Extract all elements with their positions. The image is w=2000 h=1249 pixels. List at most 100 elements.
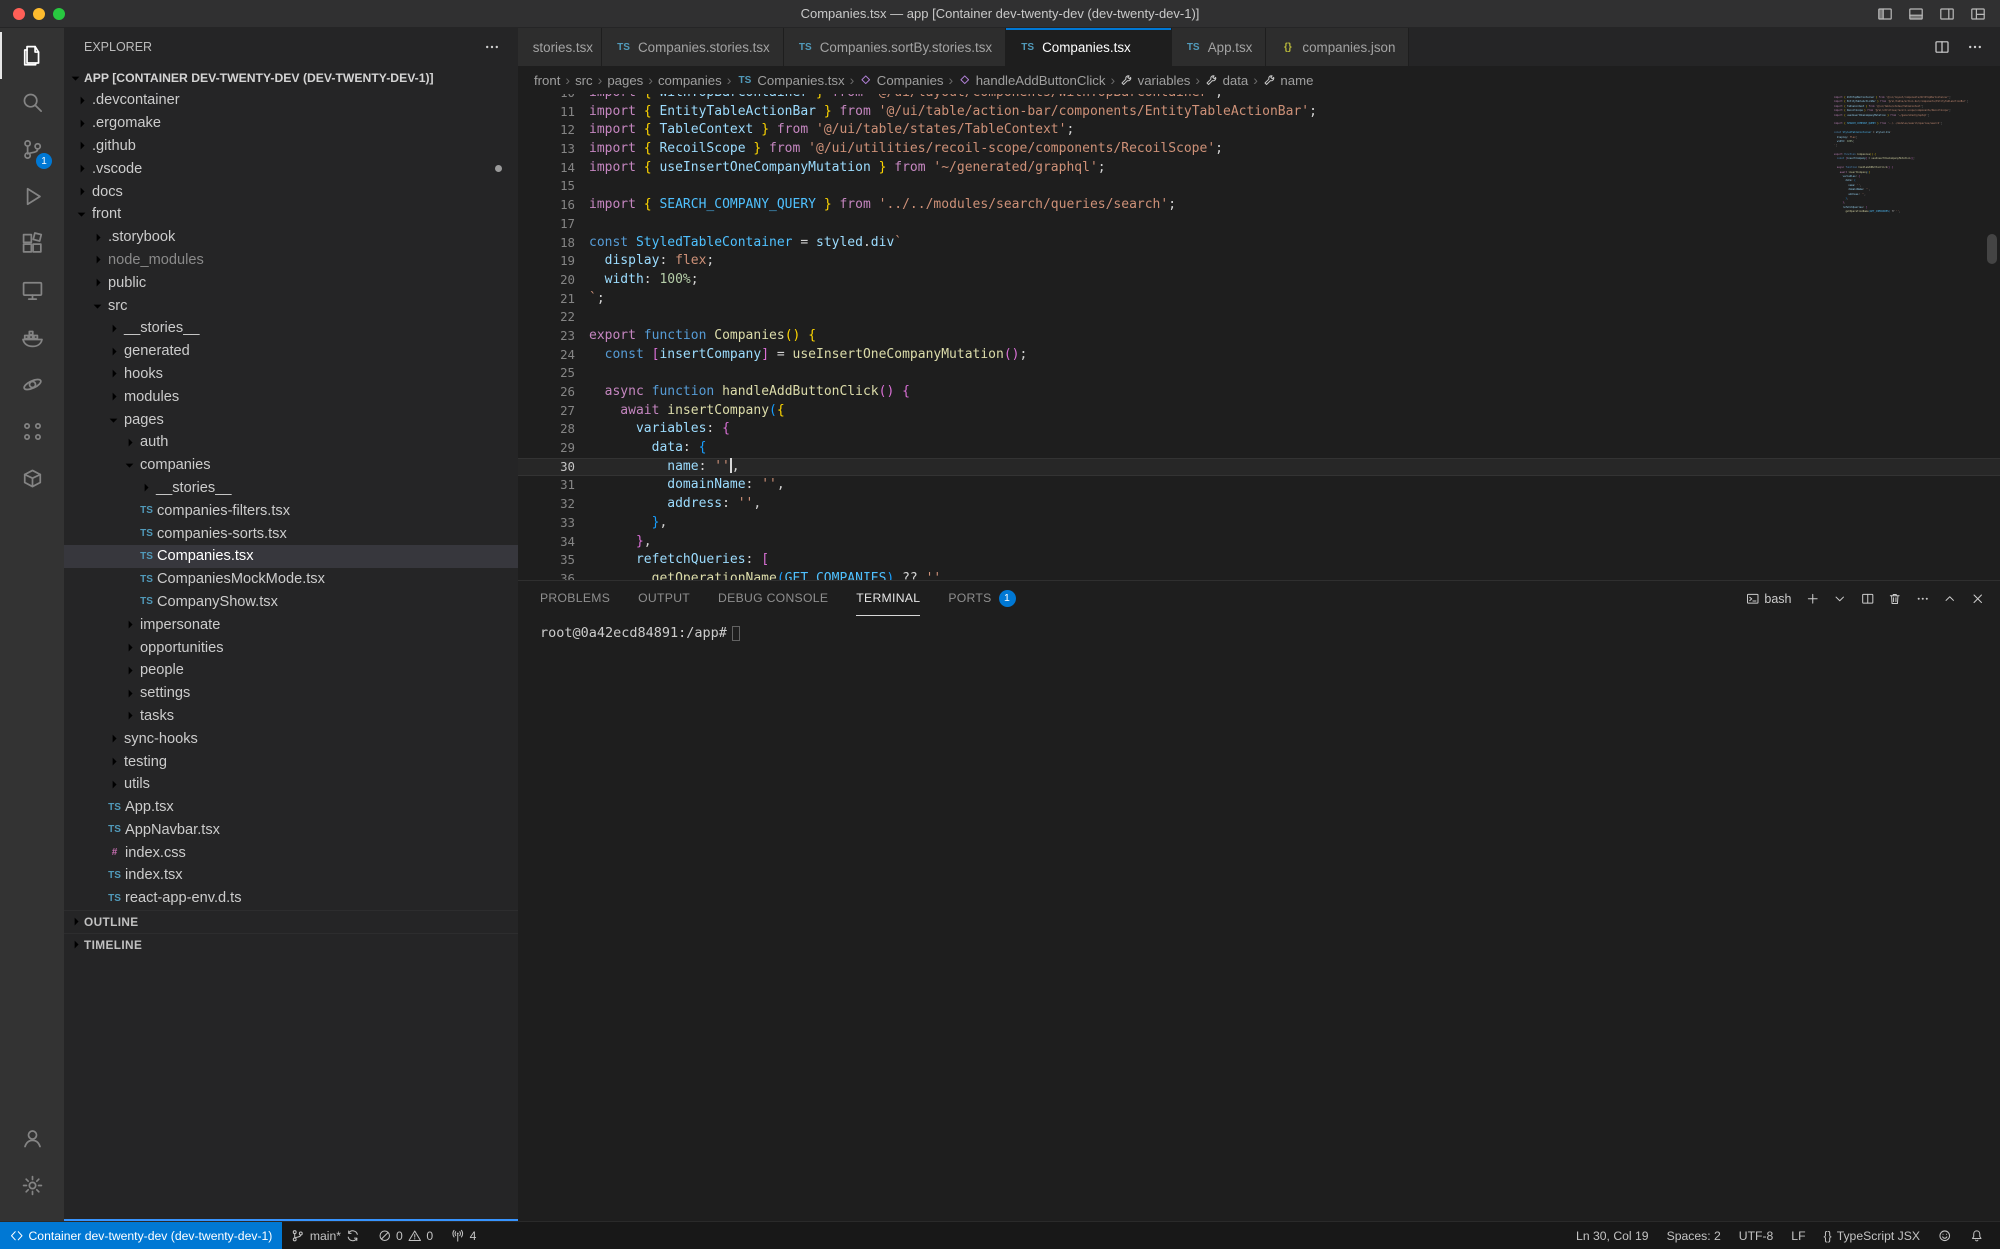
code-line-35[interactable]: 35 refetchQueries: [ xyxy=(518,551,2000,570)
line-number[interactable]: 29 xyxy=(518,439,575,458)
scrollbar-thumb[interactable] xyxy=(1987,234,1997,264)
activity-search[interactable] xyxy=(0,79,64,126)
section-outline[interactable]: OUTLINE xyxy=(64,910,518,933)
tab-app-tsx[interactable]: TSApp.tsx xyxy=(1172,28,1267,66)
shell-selector-button[interactable]: bash xyxy=(1746,592,1792,606)
close-panel-button[interactable] xyxy=(1971,592,1985,606)
tree-item-public[interactable]: public xyxy=(64,271,518,294)
status-eol[interactable]: LF xyxy=(1782,1222,1814,1249)
activity-orbit[interactable] xyxy=(0,361,64,408)
status-ports[interactable]: 4 xyxy=(442,1222,485,1249)
status-feedback[interactable] xyxy=(1929,1222,1961,1249)
code-line-11[interactable]: 11import { EntityTableActionBar } from '… xyxy=(518,103,2000,122)
tree-item-pages[interactable]: pages xyxy=(64,408,518,431)
tree-item-node-modules[interactable]: node_modules xyxy=(64,249,518,272)
breadcrumb-name[interactable]: name xyxy=(1263,73,1314,88)
tree-item-storybook[interactable]: .storybook xyxy=(64,226,518,249)
breadcrumb-companies[interactable]: Companies xyxy=(859,73,943,88)
panel-tab-debug-console[interactable]: DEBUG CONSOLE xyxy=(718,581,828,616)
line-number[interactable]: 36 xyxy=(518,570,575,580)
status-encoding[interactable]: UTF-8 xyxy=(1730,1222,1783,1249)
tree-item-appnavbar-tsx[interactable]: TSAppNavbar.tsx xyxy=(64,819,518,842)
tab-companies-sortby-stories-tsx[interactable]: TSCompanies.sortBy.stories.tsx xyxy=(784,28,1006,66)
line-number[interactable]: 33 xyxy=(518,514,575,533)
minimap[interactable]: import { WithTopBarContainer } from '@/u… xyxy=(1834,96,1984,215)
tree-item-github[interactable]: .github xyxy=(64,135,518,158)
code-line-34[interactable]: 34 }, xyxy=(518,533,2000,552)
line-number[interactable]: 26 xyxy=(518,383,575,402)
code-line-18[interactable]: 18const StyledTableContainer = styled.di… xyxy=(518,234,2000,253)
tree-item-tasks[interactable]: tasks xyxy=(64,705,518,728)
tree-item-sync-hooks[interactable]: sync-hooks xyxy=(64,727,518,750)
panel-tab-problems[interactable]: PROBLEMS xyxy=(540,581,610,616)
tree-item-opportunities[interactable]: opportunities xyxy=(64,636,518,659)
code-line-19[interactable]: 19 display: flex; xyxy=(518,252,2000,271)
tree-item-companiesmockmode-tsx[interactable]: TSCompaniesMockMode.tsx xyxy=(64,568,518,591)
code-line-28[interactable]: 28 variables: { xyxy=(518,420,2000,439)
code-line-32[interactable]: 32 address: '', xyxy=(518,495,2000,514)
views-and-more-actions-button[interactable] xyxy=(484,39,500,55)
line-number[interactable]: 35 xyxy=(518,551,575,570)
activity-docker[interactable] xyxy=(0,314,64,361)
line-number[interactable]: 17 xyxy=(518,215,575,234)
tab-companies-json[interactable]: {}companies.json xyxy=(1266,28,1409,66)
status-remote[interactable]: Container dev-twenty-dev (dev-twenty-dev… xyxy=(0,1222,282,1249)
line-number[interactable]: 31 xyxy=(518,476,575,495)
code-line-31[interactable]: 31 domainName: '', xyxy=(518,476,2000,495)
customize-layout-button[interactable] xyxy=(1970,6,1986,22)
breadcrumb-front[interactable]: front xyxy=(534,73,560,88)
activity-explorer[interactable] xyxy=(0,32,64,79)
new-terminal-button[interactable] xyxy=(1806,592,1820,606)
tree-item-index-tsx[interactable]: TSindex.tsx xyxy=(64,864,518,887)
line-number[interactable]: 14 xyxy=(518,159,575,178)
code-line-15[interactable]: 15 xyxy=(518,177,2000,196)
tab-companies-stories-tsx[interactable]: TSCompanies.stories.tsx xyxy=(602,28,784,66)
more-actions-button[interactable] xyxy=(1967,39,1983,55)
line-number[interactable]: 19 xyxy=(518,252,575,271)
tree-item-companies-tsx[interactable]: TSCompanies.tsx xyxy=(64,545,518,568)
line-number[interactable]: 11 xyxy=(518,103,575,122)
line-number[interactable]: 32 xyxy=(518,495,575,514)
tree-item-auth[interactable]: auth xyxy=(64,431,518,454)
toggle-secondary-sidebar-button[interactable] xyxy=(1939,6,1955,22)
line-number[interactable]: 16 xyxy=(518,196,575,215)
breadcrumb-src[interactable]: src xyxy=(575,73,593,88)
code-line-21[interactable]: 21`; xyxy=(518,290,2000,309)
line-number[interactable]: 12 xyxy=(518,121,575,140)
split-editor-button[interactable] xyxy=(1934,39,1950,55)
tree-item-index-css[interactable]: #index.css xyxy=(64,841,518,864)
terminal[interactable]: root@0a42ecd84891:/app# xyxy=(518,616,2000,1221)
tree-item-testing[interactable]: testing xyxy=(64,750,518,773)
activity-run-debug[interactable] xyxy=(0,173,64,220)
status-language[interactable]: {}TypeScript JSX xyxy=(1815,1222,1929,1249)
tree-item-companies-filters-tsx[interactable]: TScompanies-filters.tsx xyxy=(64,499,518,522)
panel-tab-ports[interactable]: PORTS1 xyxy=(948,581,1015,616)
code-line-17[interactable]: 17 xyxy=(518,215,2000,234)
code-area[interactable]: 10import { WithTopBarContainer } from '@… xyxy=(518,94,2000,580)
tree-item-stories[interactable]: __stories__ xyxy=(64,477,518,500)
status-branch[interactable]: main* xyxy=(282,1222,368,1249)
tab-companies-tsx[interactable]: TSCompanies.tsx xyxy=(1006,28,1172,66)
activity-extensions[interactable] xyxy=(0,220,64,267)
code-line-14[interactable]: 14import { useInsertOneCompanyMutation }… xyxy=(518,159,2000,178)
panel-tab-output[interactable]: OUTPUT xyxy=(638,581,690,616)
line-number[interactable]: 25 xyxy=(518,364,575,383)
status-notifications[interactable] xyxy=(1961,1222,1993,1249)
line-number[interactable]: 13 xyxy=(518,140,575,159)
kill-terminal-button[interactable] xyxy=(1888,592,1902,606)
launch-profile-button[interactable] xyxy=(1833,592,1847,606)
code-line-22[interactable]: 22 xyxy=(518,308,2000,327)
split-terminal-button[interactable] xyxy=(1861,592,1875,606)
tree-item-companies[interactable]: companies xyxy=(64,454,518,477)
tree-item-utils[interactable]: utils xyxy=(64,773,518,796)
breadcrumb-companies[interactable]: companies xyxy=(658,73,722,88)
status-indentation[interactable]: Spaces: 2 xyxy=(1658,1222,1730,1249)
line-number[interactable]: 23 xyxy=(518,327,575,346)
tree-root-folder[interactable]: APP [CONTAINER DEV-TWENTY-DEV (DEV-TWENT… xyxy=(64,66,518,89)
tree-item-docs[interactable]: docs xyxy=(64,180,518,203)
tree-item-front[interactable]: front xyxy=(64,203,518,226)
tree-item-ergomake[interactable]: .ergomake xyxy=(64,112,518,135)
editor[interactable]: 10import { WithTopBarContainer } from '@… xyxy=(518,94,2000,580)
tree-item-stories[interactable]: __stories__ xyxy=(64,317,518,340)
breadcrumb-pages[interactable]: pages xyxy=(607,73,643,88)
